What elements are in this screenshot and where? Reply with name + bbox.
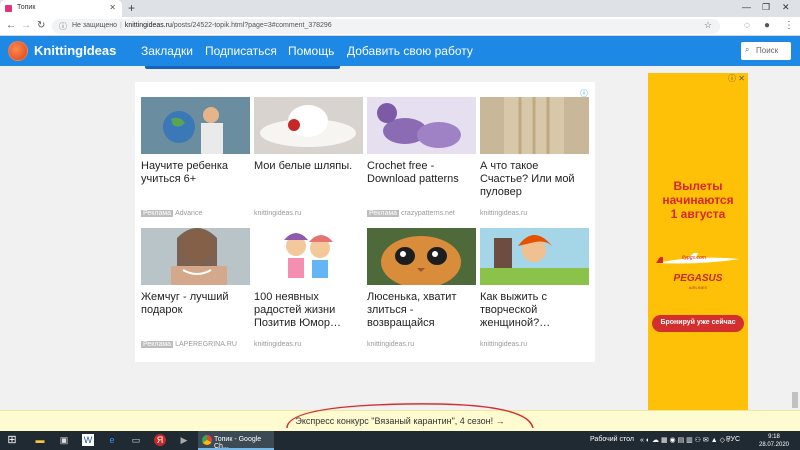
windows-start-icon[interactable]: ⊞	[6, 434, 18, 446]
ad-card[interactable]: А что такое Счастье? Или мой пуловер kni…	[480, 97, 589, 217]
yarn-ball-logo-icon[interactable]	[8, 41, 28, 61]
banner-headline: Вылеты начинаются 1 августа	[662, 179, 734, 221]
tray-icons[interactable]: « ◐ ☁ ▦ ◉ ▤ ▥ ⚇ ✉ ▲ ◇ ♪	[640, 436, 730, 444]
sponsored-tag: Реклама	[141, 210, 174, 217]
taskbar-chrome-window[interactable]: Топик - Google Ch...	[198, 431, 274, 450]
contest-announcement-bar[interactable]: Экспресс конкурс "Вязаный карантин", 4 с…	[0, 410, 800, 431]
url-host: knittingideas.ru	[124, 22, 172, 29]
edge-icon[interactable]: e	[106, 434, 118, 446]
ad-card[interactable]: 100 неявных радостей жизни Позитив Юмор……	[254, 228, 363, 348]
address-bar[interactable]: ⓘ Не защищено | knittingideas.ru/posts/245…	[52, 19, 720, 34]
ad-source: Реклама Advance	[141, 210, 203, 217]
nav-subscribe[interactable]: Подписаться	[205, 44, 277, 58]
ad-source: knittingideas.ru	[367, 341, 415, 348]
site-logo[interactable]: KnittingIdeas	[34, 43, 116, 58]
ad-image[interactable]	[254, 97, 363, 154]
browser-tab-strip: Топик ✕ + — ❐ ✕	[0, 0, 800, 17]
browser-toolbar: ← → ↻ ⓘ Не защищено | knittingideas.ru/pos…	[0, 17, 800, 36]
nav-bookmarks[interactable]: Закладки	[141, 44, 193, 58]
site-header: KnittingIdeas Закладки Подписаться Помощ…	[0, 36, 800, 66]
ad-source: knittingideas.ru	[254, 341, 302, 348]
minimize-icon[interactable]: —	[742, 2, 751, 12]
bookmark-star-icon[interactable]: ☆	[704, 20, 712, 31]
store-icon[interactable]: ▣	[58, 434, 70, 446]
airplane-icon	[656, 253, 740, 264]
security-label: Не защищено	[72, 22, 117, 29]
search-placeholder: Поиск	[756, 46, 779, 55]
ad-card[interactable]: Как выжить с творческой женщиной?… knitt…	[480, 228, 589, 348]
info-icon[interactable]: ⓘ	[59, 21, 67, 32]
ad-source: knittingideas.ru	[254, 210, 302, 217]
extension-icon[interactable]: ◌	[744, 20, 750, 31]
pegasus-logo-sub: AIRLINES	[688, 285, 708, 290]
tab-title: Топик	[17, 4, 36, 11]
ad-title[interactable]: Как выжить с творческой женщиной?…	[480, 291, 589, 339]
ad-title[interactable]: Научите ребенка учиться 6+	[141, 160, 250, 208]
back-arrow-icon[interactable]: ←	[6, 20, 16, 31]
ad-image[interactable]	[141, 228, 250, 285]
close-window-icon[interactable]: ✕	[782, 2, 790, 13]
ad-source: Реклама crazypatterns.net	[367, 210, 455, 217]
reload-icon[interactable]: ↻	[37, 20, 45, 31]
new-tab-button[interactable]: +	[128, 1, 135, 15]
ad-card[interactable]: Жемчуг - лучший подарок Реклама LAPEREGRI…	[141, 228, 250, 348]
profile-avatar-icon[interactable]: ●	[764, 20, 770, 31]
ad-title[interactable]: Люсенька, хватит злиться - возвращайся	[367, 291, 476, 339]
menu-kebab-icon[interactable]: ⋮	[784, 20, 794, 31]
ad-title[interactable]: 100 неявных радостей жизни Позитив Юмор…	[254, 291, 363, 339]
ad-image[interactable]	[480, 97, 589, 154]
airline-banner-ad[interactable]: Вылеты начинаются 1 августа flypgs.com P…	[648, 73, 748, 411]
url-path: /posts/24522-topik.html?page=3#comment_3…	[171, 22, 332, 29]
ad-title[interactable]: Crochet free - Download patterns	[367, 160, 476, 208]
explorer-folder-icon[interactable]: ▭	[130, 434, 142, 446]
banner-plane-text: flypgs.com	[682, 255, 706, 261]
ad-image[interactable]	[367, 97, 476, 154]
ad-info-close-icon[interactable]: ⓘ ✕	[728, 73, 745, 84]
ad-title[interactable]: Мои белые шляпы.	[254, 160, 363, 208]
book-now-button[interactable]: Бронируй уже сейчас	[652, 315, 744, 332]
chrome-icon	[202, 435, 212, 445]
forward-arrow-icon[interactable]: →	[21, 20, 31, 31]
sponsored-tag: Реклама	[367, 210, 400, 217]
ad-title[interactable]: Жемчуг - лучший подарок	[141, 291, 250, 339]
ad-image[interactable]	[254, 228, 363, 285]
ad-source: Реклама LAPEREGRINA.RU	[141, 341, 237, 348]
ad-card[interactable]: Люсенька, хватит злиться - возвращайся k…	[367, 228, 476, 348]
sponsored-tag: Реклама	[141, 341, 174, 348]
close-tab-icon[interactable]: ✕	[109, 3, 116, 12]
media-player-icon[interactable]: ▶	[178, 434, 190, 446]
browser-tab[interactable]: Топик ✕	[0, 0, 122, 17]
system-clock[interactable]: 9:18 28.07.2020	[754, 433, 794, 449]
ad-image[interactable]	[480, 228, 589, 285]
page-scrollbar[interactable]	[790, 69, 800, 412]
maximize-icon[interactable]: ❐	[762, 2, 770, 13]
ad-title[interactable]: А что такое Счастье? Или мой пуловер	[480, 160, 589, 208]
ad-card[interactable]: Научите ребенка учиться 6+ Реклама Advanc…	[141, 97, 250, 217]
site-favicon-icon	[5, 5, 12, 12]
nav-add-work[interactable]: Добавить свою работу	[347, 44, 473, 58]
ad-source: knittingideas.ru	[480, 210, 528, 217]
nav-help[interactable]: Помощь	[288, 44, 334, 58]
ad-card[interactable]: Crochet free - Download patterns Реклама…	[367, 97, 476, 217]
scrollbar-thumb[interactable]	[792, 392, 798, 408]
search-input[interactable]: ⌕ Поиск	[741, 42, 791, 60]
ad-card[interactable]: Мои белые шляпы. knittingideas.ru	[254, 97, 363, 217]
ad-image[interactable]	[141, 97, 250, 154]
ad-image[interactable]	[367, 228, 476, 285]
desktop-label[interactable]: Рабочий стол	[590, 436, 634, 443]
yandex-icon[interactable]: Я	[154, 434, 166, 446]
word-icon[interactable]: W	[82, 434, 94, 446]
search-icon: ⌕	[745, 45, 750, 54]
language-indicator[interactable]: РУС	[726, 436, 740, 443]
ad-source: knittingideas.ru	[480, 341, 528, 348]
windows-taskbar: ⊞ ▬ ▣ W e ▭ Я ▶ Топик - Google Ch... Раб…	[0, 431, 800, 450]
sub-header-tab	[145, 66, 340, 69]
file-explorer-icon[interactable]: ▬	[34, 434, 46, 446]
pegasus-logo: PEGASUS	[673, 273, 723, 284]
